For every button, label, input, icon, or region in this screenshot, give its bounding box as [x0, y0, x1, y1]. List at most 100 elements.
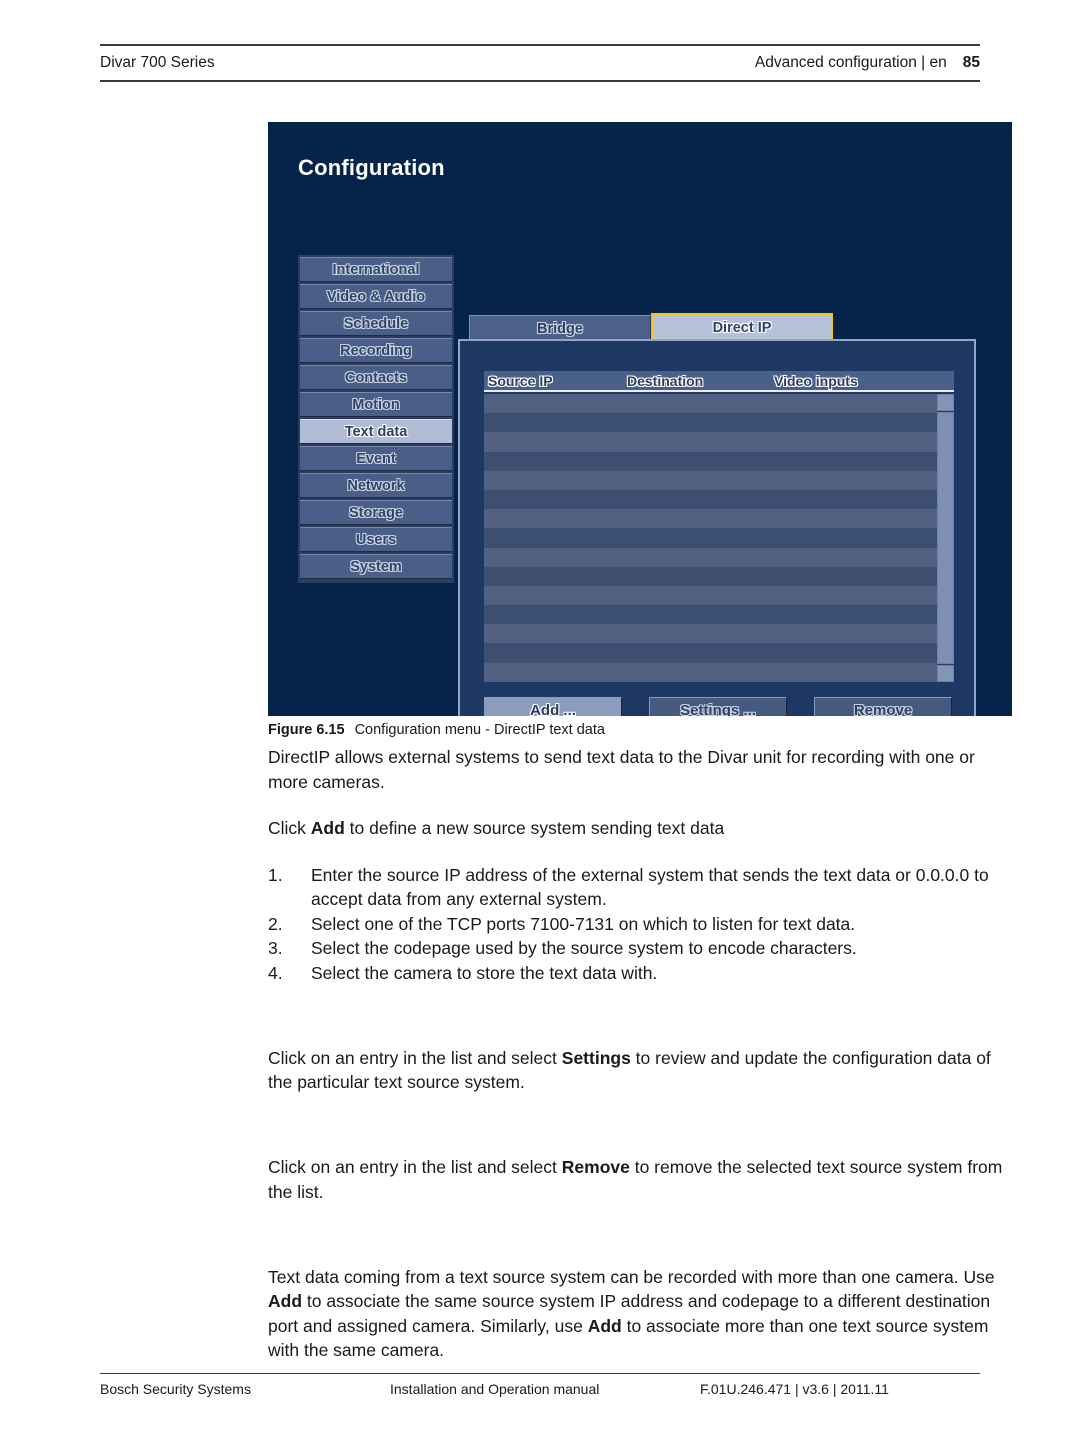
- body-content: DirectIP allows external systems to send…: [268, 745, 1010, 1363]
- remove-bold: Remove: [561, 1157, 630, 1177]
- paragraph-spacer-3: [268, 1226, 1010, 1251]
- settings-bold: Settings: [561, 1047, 631, 1068]
- list-item[interactable]: [484, 662, 937, 682]
- figure-caption-label: Figure 6.15: [268, 722, 345, 738]
- column-header-destination: Destination: [627, 372, 704, 389]
- footer-document-reference: F.01U.246.471 | v3.6 | 2011.11: [700, 1381, 889, 1397]
- scroll-down-arrow-icon[interactable]: [937, 665, 954, 682]
- page-footer: Bosch Security Systems Installation and …: [100, 1373, 980, 1404]
- header-section-info: Advanced configuration | en 85: [755, 54, 980, 72]
- list-item[interactable]: [484, 451, 937, 471]
- click-add-post: to define a new source system sending te…: [344, 818, 725, 838]
- step-item: 4. Select the camera to store the text da…: [268, 961, 1010, 986]
- sidebar-item-storage[interactable]: Storage: [300, 500, 452, 525]
- panel-action-buttons: Add ... Settings ... Remove: [484, 697, 954, 716]
- paragraph-remove: Click on an entry in the list and select…: [268, 1155, 1010, 1204]
- sidebar-item-motion[interactable]: Motion: [300, 392, 452, 417]
- sidebar-item-label: Users: [355, 531, 397, 548]
- figure-screenshot: Configuration Bridge Direct IP Internati…: [268, 122, 1012, 716]
- figure-caption-text: Configuration menu - DirectIP text data: [354, 722, 605, 738]
- page-header: Divar 700 Series Advanced configuration …: [100, 44, 980, 82]
- list-scrollbar[interactable]: [937, 394, 954, 682]
- step-item: 1. Enter the source IP address of the ext…: [268, 863, 1010, 912]
- sidebar-item-text-data[interactable]: Text data: [300, 419, 452, 444]
- step-item: 2. Select one of the TCP ports 7100-7131 …: [268, 912, 1010, 937]
- sidebar-item-recording[interactable]: Recording: [300, 338, 452, 363]
- steps-list: 1. Enter the source IP address of the ext…: [268, 863, 1010, 986]
- sidebar-item-international[interactable]: International: [300, 257, 452, 282]
- list-rows: [484, 394, 937, 682]
- list-item[interactable]: [484, 413, 937, 433]
- list-item[interactable]: [484, 624, 937, 644]
- list-item[interactable]: [484, 509, 937, 529]
- multi-b1: Add: [268, 1291, 303, 1311]
- list-item[interactable]: [484, 547, 937, 567]
- list-item[interactable]: [484, 566, 937, 586]
- multi-b2: Add: [587, 1315, 622, 1336]
- paragraph-click-add: Click Add to define a new source system …: [268, 816, 1010, 841]
- step-text: Select the codepage used by the source s…: [311, 938, 857, 958]
- sidebar-item-label: Event: [356, 450, 396, 467]
- paragraph-multi-camera: Text data coming from a text source syst…: [268, 1265, 1010, 1363]
- sidebar-item-label: Storage: [349, 504, 403, 521]
- column-header-source-ip: Source IP: [488, 372, 553, 389]
- list-item[interactable]: [484, 605, 937, 625]
- add-button-label: Add ...: [530, 701, 576, 717]
- tab-bridge-label: Bridge: [537, 321, 583, 337]
- list-item[interactable]: [484, 585, 937, 606]
- step-number: 3.: [268, 938, 283, 958]
- tab-bridge[interactable]: Bridge: [469, 315, 651, 342]
- remove-button-label: Remove: [853, 701, 913, 717]
- direct-ip-panel: Source IP Destination Video inputs Add .…: [458, 339, 976, 716]
- paragraph-intro: DirectIP allows external systems to send…: [268, 747, 975, 792]
- column-header-video-inputs: Video inputs: [774, 372, 858, 389]
- sidebar-item-users[interactable]: Users: [300, 527, 452, 552]
- tab-direct-ip[interactable]: Direct IP: [651, 313, 833, 342]
- scrollbar-thumb[interactable]: [937, 412, 954, 664]
- remove-button[interactable]: Remove: [814, 697, 952, 716]
- sidebar-item-label: Recording: [340, 342, 412, 359]
- sidebar-item-network[interactable]: Network: [300, 473, 452, 498]
- list-item[interactable]: [484, 470, 937, 490]
- figure-caption: Figure 6.15 Configuration menu - DirectIP…: [268, 722, 1012, 738]
- multi-p1: Text data coming from a text source syst…: [268, 1266, 995, 1287]
- click-add-bold: Add: [310, 818, 345, 838]
- remove-pre: Click on an entry in the list and select: [268, 1157, 562, 1177]
- sidebar-menu: International Video & Audio Schedule Rec…: [298, 255, 454, 583]
- sidebar-item-schedule[interactable]: Schedule: [300, 311, 452, 336]
- step-text: Select one of the TCP ports 7100-7131 on…: [311, 913, 856, 934]
- sidebar-item-video-audio[interactable]: Video & Audio: [300, 284, 452, 309]
- list-item[interactable]: [484, 432, 937, 452]
- sidebar-item-contacts[interactable]: Contacts: [300, 365, 452, 390]
- sidebar-item-label: Network: [347, 477, 405, 494]
- configuration-title: Configuration: [298, 155, 445, 180]
- sidebar-item-label: Schedule: [343, 315, 409, 332]
- settings-button-label: Settings ...: [680, 701, 756, 717]
- step-item: 3. Select the codepage used by the source…: [268, 936, 1010, 961]
- header-section-label: Advanced configuration | en: [754, 54, 947, 71]
- sidebar-item-label: Contacts: [344, 369, 408, 386]
- list-item[interactable]: [484, 394, 937, 414]
- scroll-up-arrow-icon[interactable]: [937, 394, 954, 411]
- list-item[interactable]: [484, 489, 937, 510]
- step-number: 4.: [268, 962, 283, 983]
- sidebar-item-system[interactable]: System: [300, 554, 452, 579]
- paragraph-settings: Click on an entry in the list and select…: [268, 1046, 1010, 1095]
- footer-manual-title: Installation and Operation manual: [390, 1381, 600, 1397]
- add-button[interactable]: Add ...: [484, 697, 622, 716]
- list-column-headers: Source IP Destination Video inputs: [484, 371, 954, 392]
- sidebar-item-label: Text data: [344, 423, 408, 440]
- sidebar-item-label: Video & Audio: [326, 288, 426, 305]
- footer-company: Bosch Security Systems: [100, 1381, 251, 1397]
- settings-button[interactable]: Settings ...: [649, 697, 787, 716]
- list-item[interactable]: [484, 528, 937, 548]
- tabstrip: Bridge Direct IP: [469, 313, 833, 342]
- scrollbar-track[interactable]: [937, 411, 954, 665]
- settings-pre: Click on an entry in the list and select: [268, 1047, 562, 1068]
- step-number: 2.: [268, 913, 283, 934]
- step-text: Enter the source IP address of the exter…: [311, 864, 989, 910]
- sidebar-item-event[interactable]: Event: [300, 446, 452, 471]
- text-source-list[interactable]: [484, 394, 954, 682]
- list-item[interactable]: [484, 643, 937, 663]
- sidebar-item-label: System: [350, 558, 402, 575]
